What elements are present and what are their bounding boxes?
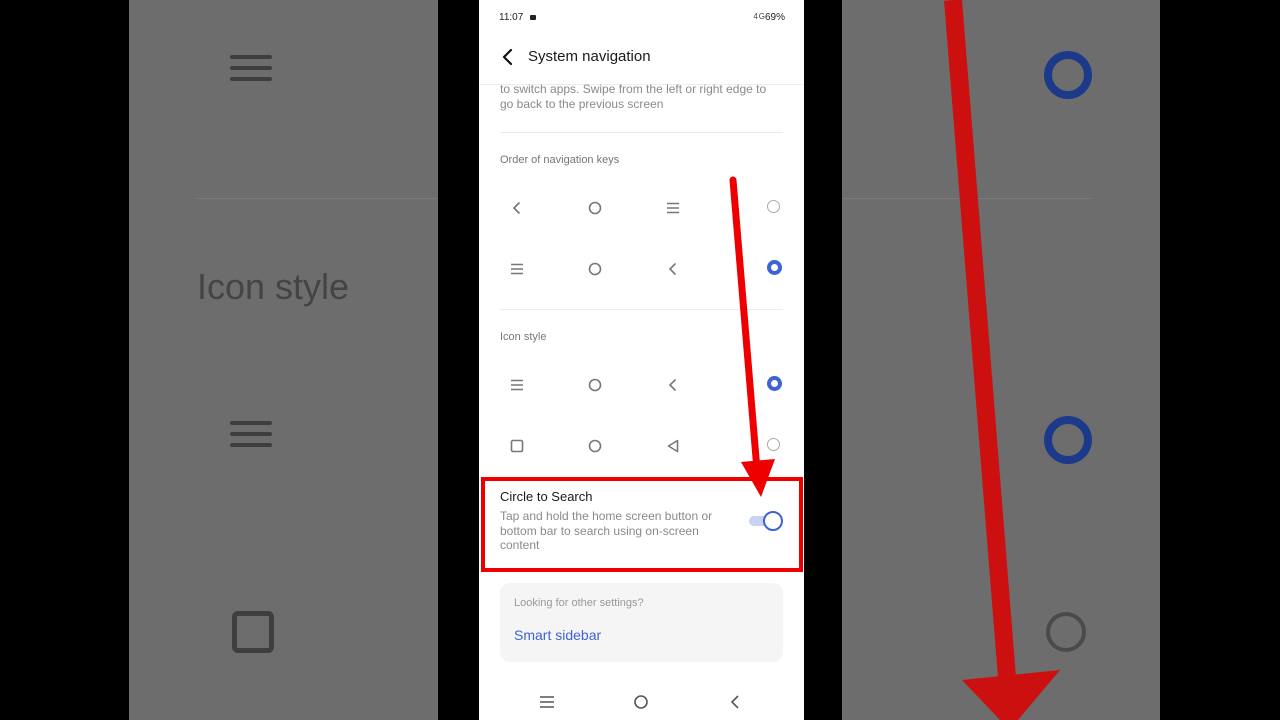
square-icon: [232, 611, 274, 653]
status-bar: 11:07 4G 69%: [479, 0, 804, 36]
menu-key-icon: [511, 379, 523, 391]
other-settings-card: Looking for other settings? Smart sideba…: [500, 583, 783, 662]
triangle-back-key-icon: [667, 439, 679, 453]
order-section-label: Order of navigation keys: [500, 154, 620, 166]
icon-style-radio-selected[interactable]: [767, 376, 782, 391]
phone-screen: 11:07 4G 69% System navigation to switch…: [479, 0, 804, 720]
chevron-left-icon: [502, 48, 513, 66]
status-time: 11:07: [499, 12, 524, 23]
home-nav-button[interactable]: [631, 692, 651, 712]
battery-level: 69%: [764, 12, 785, 23]
divider: [197, 198, 438, 199]
divider: [500, 132, 783, 133]
order-option-radio[interactable]: [767, 200, 780, 213]
menu-nav-button[interactable]: [537, 692, 557, 712]
navigation-description: to switch apps. Swipe from the left or r…: [500, 82, 767, 111]
back-nav-button[interactable]: [725, 692, 745, 712]
highlight-box: [481, 477, 803, 572]
video-record-icon: [530, 15, 536, 20]
icon-style-radio[interactable]: [767, 438, 780, 451]
back-key-icon: [668, 378, 677, 392]
order-option-radio-selected[interactable]: [767, 260, 782, 275]
menu-key-icon: [511, 263, 523, 275]
radio-selected-icon: [1044, 416, 1092, 464]
home-key-icon: [588, 201, 602, 215]
home-key-icon: [588, 262, 602, 276]
home-key-icon: [588, 378, 602, 392]
back-key-icon: [512, 201, 521, 215]
icon-style-section-label: Icon style: [500, 331, 547, 343]
background-right-panel: [842, 0, 1160, 720]
home-key-icon: [588, 439, 602, 453]
order-option-row[interactable]: [479, 188, 804, 228]
menu-key-icon: [667, 202, 679, 214]
system-nav-bar: [479, 684, 804, 720]
back-key-icon: [668, 262, 677, 276]
back-button[interactable]: [497, 46, 519, 68]
page-title: System navigation: [528, 48, 651, 65]
background-left-panel: Icon style: [129, 0, 438, 720]
smart-sidebar-link[interactable]: Smart sidebar: [514, 627, 601, 643]
divider: [842, 198, 1092, 199]
order-option-row[interactable]: [479, 249, 804, 289]
radio-unselected-icon: [1046, 612, 1086, 652]
other-settings-label: Looking for other settings?: [514, 597, 644, 609]
menu-icon: [230, 421, 272, 454]
app-header: System navigation: [479, 36, 804, 85]
icon-style-option-row[interactable]: [479, 426, 804, 466]
menu-icon: [230, 55, 272, 88]
icon-style-option-row[interactable]: [479, 365, 804, 405]
divider: [500, 309, 783, 310]
square-key-icon: [510, 439, 524, 453]
background-section-title: Icon style: [197, 266, 350, 307]
radio-selected-icon: [1044, 51, 1092, 99]
